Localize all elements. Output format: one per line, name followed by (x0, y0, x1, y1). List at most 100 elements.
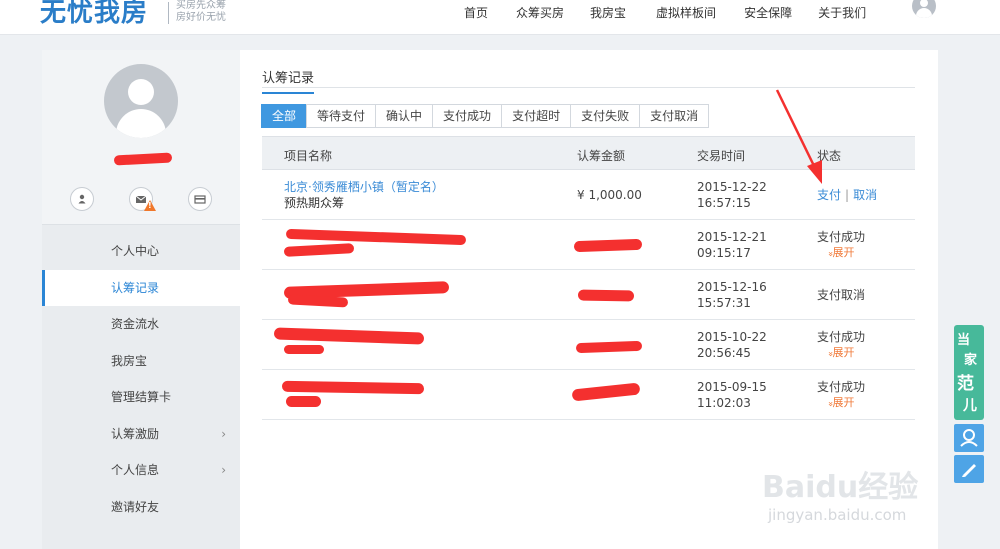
redacted-username (113, 152, 173, 166)
expand-toggle[interactable]: » 展开 (817, 245, 865, 262)
tab-payment-cancelled[interactable]: 支付取消 (639, 104, 710, 128)
table-row: 2015-12-21 09:15:17 支付成功 » 展开 (262, 220, 915, 270)
time-cell: 2015-12-22 16:57:15 (697, 179, 767, 211)
table-header: 项目名称 认筹金额 交易时间 状态 (262, 136, 915, 170)
tab-confirming[interactable]: 确认中 (375, 104, 434, 128)
sidebar-item-invite-friends[interactable]: 邀请好友 (42, 489, 240, 526)
status-text: 支付取消 (817, 288, 866, 302)
customer-service-button[interactable] (954, 424, 984, 452)
redacted-amount (575, 340, 643, 354)
trade-time: 11:02:03 (697, 396, 751, 410)
expand-toggle[interactable]: » 展开 (817, 345, 865, 362)
sidebar-item-incentive[interactable]: 认筹激励 › (42, 416, 240, 453)
sidebar-item-personal-info[interactable]: 个人信息 › (42, 452, 240, 489)
trade-date: 2015-12-22 (697, 180, 767, 194)
slogan-line-2: 房好价无忧 (176, 12, 226, 23)
badge-char: 当 (957, 333, 971, 348)
sidebar-item-fund-flow[interactable]: 资金流水 (42, 306, 240, 343)
column-header-project: 项目名称 (284, 149, 333, 163)
time-cell: 2015-10-22 20:56:45 (697, 329, 767, 361)
nav-about[interactable]: 关于我们 (818, 4, 866, 21)
sidebar-item-label: 认筹激励 (111, 426, 160, 441)
trade-date: 2015-12-16 (697, 280, 767, 294)
sidebar-item-fangbao[interactable]: 我房宝 (42, 343, 240, 380)
user-status-icons (70, 187, 212, 211)
sidebar-item-label: 个人中心 (111, 244, 160, 258)
status-cell: 支付 | 取消 (817, 187, 877, 203)
trade-time: 16:57:15 (697, 196, 751, 210)
slogan-line-1: 买房先众筹 (176, 0, 226, 11)
sidebar-menu: 个人中心 认筹记录 资金流水 我房宝 管理结算卡 认筹激励 › 个人信息 › 邀请好… (42, 233, 240, 525)
project-phase: 预热期众筹 (284, 196, 345, 210)
tab-payment-failed[interactable]: 支付失败 (570, 104, 641, 128)
trade-date: 2015-10-22 (697, 330, 767, 344)
table-row: 2015-10-22 20:56:45 支付成功 » 展开 (262, 320, 915, 370)
amount-cell: ¥ 1,000.00 (577, 188, 642, 202)
tab-payment-success[interactable]: 支付成功 (432, 104, 503, 128)
time-cell: 2015-09-15 11:02:03 (697, 379, 767, 411)
status-cell: 支付成功 » 展开 (817, 229, 865, 262)
top-header: 无忧我房 买房先众筹 房好价无忧 首页 众筹买房 我房宝 虚拟样板间 安全保障 … (0, 0, 1000, 35)
user-avatar-icon[interactable] (912, 0, 936, 18)
trade-time: 15:57:31 (697, 296, 751, 310)
column-header-status: 状态 (817, 149, 842, 163)
expand-toggle[interactable]: » 展开 (817, 395, 865, 412)
mail-icon[interactable] (129, 187, 156, 211)
chevron-down-icon: » (824, 351, 835, 357)
trade-time: 09:15:17 (697, 246, 751, 260)
status-filter-tabs: 全部 等待支付 确认中 支付成功 支付超时 支付失败 支付取消 (261, 104, 710, 128)
nav-crowdfund[interactable]: 众筹买房 (516, 4, 564, 21)
status-cell: 支付成功 » 展开 (817, 329, 865, 362)
sidebar-item-personal-center[interactable]: 个人中心 (42, 233, 240, 270)
table-row: 2015-09-15 11:02:03 支付成功 » 展开 (262, 370, 915, 420)
trade-time: 20:56:45 (697, 346, 751, 360)
project-link[interactable]: 北京·领秀雁栖小镇（暂定名） (284, 179, 444, 195)
table-row: 2015-12-16 15:57:31 支付取消 (262, 270, 915, 320)
page-title: 认筹记录 (262, 67, 315, 94)
brand-badge[interactable]: 当 家 范 儿 (954, 325, 984, 420)
tab-awaiting-payment[interactable]: 等待支付 (306, 104, 377, 128)
watermark-url: jingyan.baidu.com (768, 506, 907, 524)
divider (262, 87, 915, 88)
status-cell: 支付取消 (817, 287, 865, 303)
chevron-right-icon: › (221, 463, 226, 477)
warning-icon (144, 200, 156, 211)
sidebar-item-settlement-card[interactable]: 管理结算卡 (42, 379, 240, 416)
chevron-down-icon: » (824, 401, 835, 407)
bank-card-icon[interactable] (188, 187, 212, 211)
table-row: 北京·领秀雁栖小镇（暂定名） 预热期众筹 ¥ 1,000.00 2015-12-… (262, 170, 915, 220)
project-cell: 北京·领秀雁栖小镇（暂定名） 预热期众筹 (284, 179, 444, 211)
sidebar-item-label: 认筹记录 (111, 280, 160, 295)
feedback-button[interactable] (954, 455, 984, 483)
badge-char: 家 (964, 353, 978, 368)
nav-security[interactable]: 安全保障 (744, 4, 792, 21)
avatar[interactable] (104, 64, 178, 138)
nav-fangbao[interactable]: 我房宝 (590, 4, 626, 21)
redacted-amount (571, 382, 641, 402)
column-header-time: 交易时间 (697, 149, 746, 163)
records-table: 项目名称 认筹金额 交易时间 状态 北京·领秀雁栖小镇（暂定名） 预热期众筹 ¥… (262, 136, 915, 420)
customer-service-icon (960, 429, 978, 447)
redacted-project (273, 327, 425, 345)
sidebar-item-label: 我房宝 (111, 353, 148, 368)
time-cell: 2015-12-16 15:57:31 (697, 279, 767, 311)
sidebar-item-label: 个人信息 (111, 463, 160, 477)
time-cell: 2015-12-21 09:15:17 (697, 229, 767, 261)
cancel-link[interactable]: 取消 (853, 188, 877, 202)
logo-divider (168, 2, 169, 24)
redacted-project (286, 396, 321, 407)
redacted-project (285, 228, 467, 246)
redacted-project (283, 243, 355, 257)
status-text: 支付成功 (817, 380, 866, 394)
nav-home[interactable]: 首页 (464, 4, 488, 21)
tab-all[interactable]: 全部 (261, 104, 308, 128)
redacted-project (287, 294, 349, 308)
watermark-logo: Baidu经验 (762, 470, 919, 505)
nav-virtual-model[interactable]: 虚拟样板间 (656, 4, 716, 21)
person-icon[interactable] (70, 187, 94, 211)
logo[interactable]: 无忧我房 (40, 0, 148, 29)
tab-payment-timeout[interactable]: 支付超时 (501, 104, 572, 128)
sidebar-item-subscription-records[interactable]: 认筹记录 (42, 269, 240, 306)
pay-link[interactable]: 支付 (817, 188, 841, 202)
pencil-icon (962, 464, 976, 477)
